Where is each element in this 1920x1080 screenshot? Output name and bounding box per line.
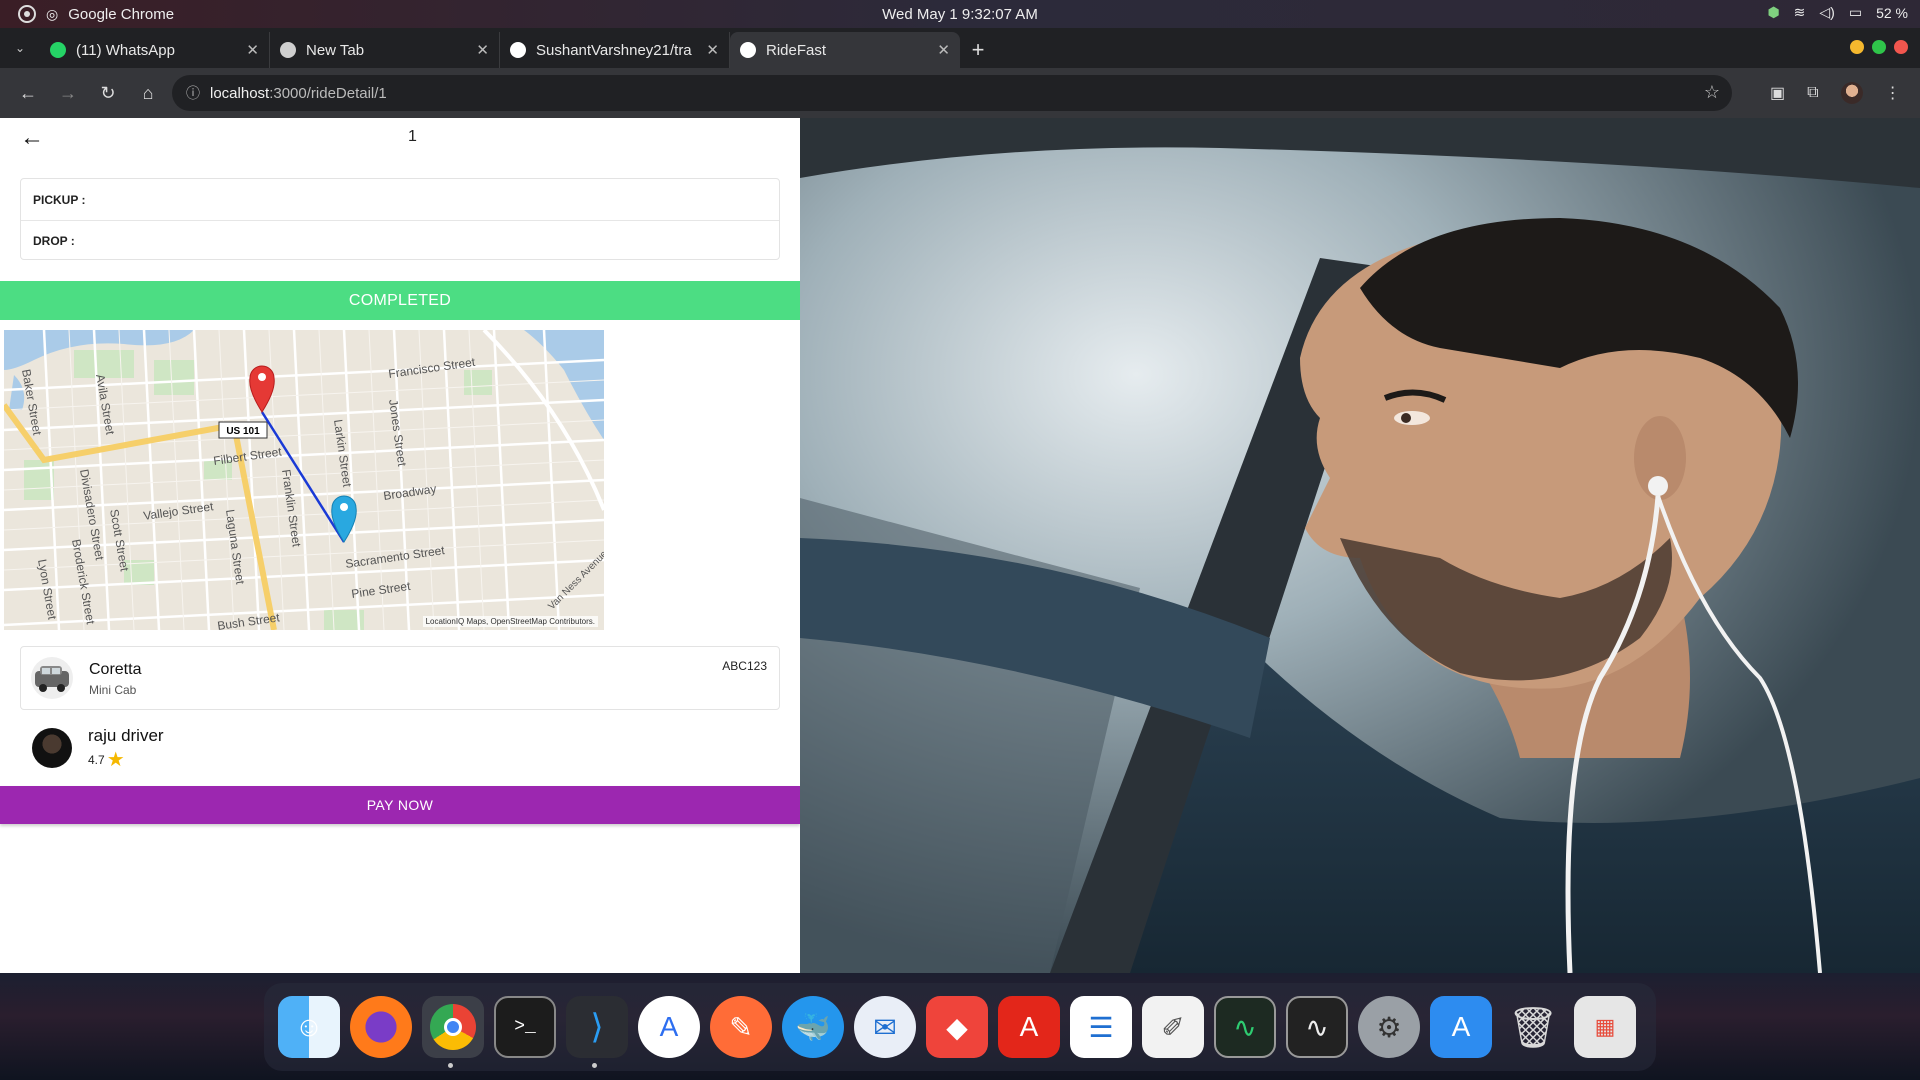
clock[interactable]: Wed May 1 9:32:07 AM: [0, 6, 1920, 23]
script-editor-icon[interactable]: ✐: [1142, 996, 1204, 1058]
pickup-row: PICKUP :: [21, 179, 779, 220]
star-icon: ★: [106, 749, 125, 771]
browser-tab-bar: ⌄ (11) WhatsApp ✕ New Tab ✕ SushantVarsh…: [0, 28, 1920, 68]
highway-shield-label: US 101: [226, 426, 260, 437]
window-controls: [1850, 40, 1908, 54]
car-icon: [31, 657, 73, 699]
vehicle-type: Mini Cab: [89, 683, 137, 697]
launchpad-icon[interactable]: ▦: [1574, 996, 1636, 1058]
acrobat-icon[interactable]: A: [998, 996, 1060, 1058]
pay-now-button[interactable]: PAY NOW: [0, 786, 800, 824]
tab-title: SushantVarshney21/tra: [536, 41, 692, 59]
tab-github[interactable]: SushantVarshney21/tra ✕: [500, 32, 730, 68]
ride-id: 1: [408, 128, 417, 145]
github-icon: [510, 42, 526, 58]
chrome-icon: [280, 42, 296, 58]
hero-illustration: [800, 118, 1920, 973]
battery-percent[interactable]: 52 %: [1876, 5, 1908, 21]
driver-rating-value: 4.7: [88, 753, 105, 767]
driver-rating: 4.7 ★: [88, 750, 125, 770]
driver-avatar: [32, 728, 72, 768]
map-canvas[interactable]: US 101 Francisco Street Baker Street Avi…: [4, 330, 604, 630]
volume-icon[interactable]: ◁): [1819, 4, 1834, 21]
close-icon[interactable]: ✕: [937, 41, 950, 59]
battery-icon[interactable]: ▭: [1849, 4, 1862, 21]
minimize-button[interactable]: [1850, 40, 1864, 54]
close-icon[interactable]: ✕: [476, 41, 489, 59]
cast-icon[interactable]: ▣: [1770, 83, 1785, 103]
maximize-button[interactable]: [1872, 40, 1886, 54]
page-content: ← 1 PICKUP : DROP : COMPLETED US 101 Fra…: [0, 118, 1920, 973]
chrome-icon[interactable]: [422, 996, 484, 1068]
extensions-icon[interactable]: ⧉: [1807, 84, 1818, 102]
terminal-icon[interactable]: >_: [494, 996, 556, 1058]
tab-title: New Tab: [306, 41, 365, 59]
driver-name: raju driver: [88, 726, 164, 745]
activity-monitor-icon[interactable]: ∿: [1214, 996, 1276, 1058]
tab-search-chevron-icon[interactable]: ⌄: [0, 28, 40, 68]
drop-row: DROP :: [21, 220, 779, 261]
back-arrow-icon[interactable]: ←: [20, 124, 44, 152]
bookmark-star-icon[interactable]: ☆: [1704, 82, 1720, 103]
tab-title: (11) WhatsApp: [76, 41, 175, 59]
tab-whatsapp[interactable]: (11) WhatsApp ✕: [40, 32, 270, 68]
settings-icon[interactable]: ⚙: [1358, 996, 1420, 1058]
browser-toolbar: ← → ↻ ⌂ ⓘ localhost:3000/rideDetail/1 ☆ …: [0, 68, 1920, 118]
map-attribution[interactable]: LocationIQ Maps, OpenStreetMap Contribut…: [422, 616, 598, 627]
os-top-bar: ◎ Google Chrome Wed May 1 9:32:07 AM ⬢ ≋…: [0, 0, 1920, 28]
thunderbird-icon[interactable]: ✉: [854, 996, 916, 1058]
anydesk-icon[interactable]: ◆: [926, 996, 988, 1058]
drop-label: DROP :: [33, 234, 75, 248]
vscode-icon[interactable]: ⟩: [566, 996, 628, 1068]
dock: ☺ >_ ⟩ A ✎ 🐳 ✉ ◆ A ☰ ✐ ∿ ∿ ⚙ A 🗑 ▦: [264, 983, 1656, 1071]
trash-icon[interactable]: 🗑: [1502, 996, 1564, 1058]
menu-kebab-icon[interactable]: ⋮: [1885, 83, 1901, 103]
profile-avatar[interactable]: [1840, 82, 1863, 104]
ridefast-icon: [740, 42, 756, 58]
location-card: PICKUP : DROP :: [20, 178, 780, 260]
site-info-icon[interactable]: ⓘ: [186, 83, 200, 103]
address-bar[interactable]: ⓘ localhost:3000/rideDetail/1 ☆: [172, 75, 1732, 111]
vehicle-plate: ABC123: [722, 659, 767, 673]
driver-info: raju driver 4.7 ★: [20, 718, 780, 778]
close-window-button[interactable]: [1894, 40, 1908, 54]
reload-icon[interactable]: ↻: [92, 77, 124, 109]
ride-detail-panel: ← 1 PICKUP : DROP : COMPLETED US 101 Fra…: [0, 118, 800, 973]
active-app-name[interactable]: Google Chrome: [68, 6, 174, 23]
postman-icon[interactable]: ✎: [710, 996, 772, 1058]
tab-new-tab[interactable]: New Tab ✕: [270, 32, 500, 68]
system-monitor-icon[interactable]: ∿: [1286, 996, 1348, 1058]
hero-image-driver: [800, 118, 1920, 973]
ride-header: ← 1: [0, 118, 800, 156]
tab-ridefast[interactable]: RideFast ✕: [730, 32, 960, 68]
url-path: :3000/rideDetail/1: [269, 84, 387, 102]
close-icon[interactable]: ✕: [706, 41, 719, 59]
app-store-icon[interactable]: A: [638, 996, 700, 1058]
ride-status-banner: COMPLETED: [0, 281, 800, 320]
home-icon[interactable]: ⌂: [132, 77, 164, 109]
forward-arrow-icon[interactable]: →: [52, 77, 84, 109]
shield-icon[interactable]: ⬢: [1767, 4, 1779, 21]
back-arrow-icon[interactable]: ←: [12, 77, 44, 109]
os-menu-icon[interactable]: [18, 5, 36, 23]
wifi-icon[interactable]: ≋: [1794, 4, 1806, 21]
url-host: localhost: [210, 84, 270, 102]
text-editor-icon[interactable]: ☰: [1070, 996, 1132, 1058]
firefox-icon[interactable]: [350, 996, 412, 1058]
tab-title: RideFast: [766, 41, 827, 59]
vehicle-card: Coretta Mini Cab ABC123: [20, 646, 780, 710]
close-icon[interactable]: ✕: [246, 41, 259, 59]
route-map[interactable]: US 101 Francisco Street Baker Street Avi…: [4, 330, 604, 630]
chrome-small-icon: ◎: [46, 5, 59, 22]
pickup-label: PICKUP :: [33, 192, 86, 207]
docker-icon[interactable]: 🐳: [782, 996, 844, 1058]
software-update-icon[interactable]: A: [1430, 996, 1492, 1058]
vehicle-name: Coretta: [89, 661, 142, 678]
finder-icon[interactable]: ☺: [278, 996, 340, 1058]
whatsapp-icon: [50, 42, 66, 58]
new-tab-button[interactable]: +: [960, 32, 996, 68]
